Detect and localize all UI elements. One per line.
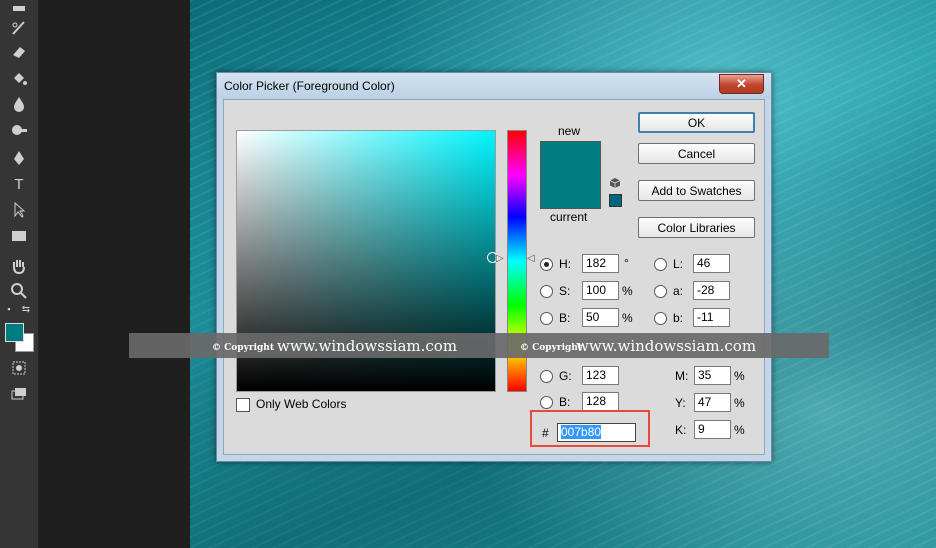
lab-a-radio[interactable]	[654, 285, 667, 298]
blue-radio[interactable]	[540, 396, 553, 409]
hue-label: H:	[559, 257, 571, 271]
pen-icon[interactable]	[9, 148, 29, 168]
current-color-preview[interactable]	[540, 175, 601, 209]
black-input[interactable]: 9	[694, 420, 731, 439]
green-label: G:	[559, 369, 572, 383]
magenta-unit: %	[734, 369, 745, 383]
magenta-input[interactable]: 35	[694, 366, 731, 385]
lab-l-label: L:	[673, 257, 684, 271]
color-libraries-button[interactable]: Color Libraries	[638, 217, 755, 238]
lab-b-input[interactable]: -11	[693, 308, 730, 327]
saturation-unit: %	[622, 284, 633, 298]
blue-input[interactable]: 128	[582, 392, 619, 411]
brightness-label: B:	[559, 311, 571, 325]
black-label: K:	[675, 423, 687, 437]
lab-l-input[interactable]: 46	[693, 254, 730, 273]
type-tool-icon[interactable]: T	[9, 174, 29, 194]
out-of-gamut-cube-icon[interactable]	[609, 177, 621, 189]
watermark-site-1: www.windowssiam.com	[277, 337, 458, 355]
yellow-label: Y:	[675, 396, 686, 410]
lab-a-input[interactable]: -28	[693, 281, 730, 300]
lab-b-label: b:	[673, 311, 684, 325]
close-button[interactable]: ✕	[719, 74, 764, 94]
ok-button[interactable]: OK	[638, 112, 755, 133]
hue-input[interactable]: 182	[582, 254, 619, 273]
dodge-icon[interactable]	[9, 120, 29, 140]
yellow-input[interactable]: 47	[694, 393, 731, 412]
magenta-label: M:	[675, 369, 689, 383]
yellow-unit: %	[734, 396, 745, 410]
brightness-radio[interactable]	[540, 312, 553, 325]
watermark-banner: © Copyright www.windowssiam.com © Copyri…	[129, 333, 829, 358]
history-brush-icon[interactable]	[9, 18, 29, 38]
hex-input-selected-text: 007b80	[561, 425, 602, 439]
saturation-input[interactable]: 100	[582, 281, 619, 300]
lab-l-radio[interactable]	[654, 258, 667, 271]
blue-label: B:	[559, 395, 571, 409]
add-to-swatches-button[interactable]: Add to Swatches	[638, 180, 755, 201]
quick-mask-icon[interactable]	[9, 358, 29, 378]
lab-a-label: a:	[673, 284, 684, 298]
tools-panel: T ▪ ⇆	[0, 0, 39, 548]
web-safe-color-swatch[interactable]	[609, 194, 622, 207]
hex-label: #	[542, 426, 549, 440]
rectangle-tool-icon[interactable]	[9, 226, 29, 246]
dialog-title: Color Picker (Foreground Color)	[224, 79, 395, 93]
path-selection-icon[interactable]	[9, 200, 29, 220]
zoom-tool-icon[interactable]	[9, 281, 29, 301]
only-web-colors-checkbox[interactable]	[236, 398, 250, 412]
hex-input[interactable]: 007b80	[557, 423, 636, 442]
hue-unit: °	[624, 256, 629, 270]
new-color-label: new	[558, 124, 581, 138]
green-radio[interactable]	[540, 370, 553, 383]
default-colors-icon[interactable]: ▪	[3, 303, 15, 315]
screen-mode-icon[interactable]	[9, 384, 29, 404]
watermark-copyright-1: © Copyright	[212, 343, 274, 353]
dialog-body: ▷ ◁ new current OK Cancel Add to Swatche…	[223, 99, 765, 455]
black-unit: %	[734, 423, 745, 437]
panel-area	[39, 0, 190, 548]
cancel-button[interactable]: Cancel	[638, 143, 755, 164]
hue-radio[interactable]	[540, 258, 553, 271]
brightness-input[interactable]: 50	[582, 308, 619, 327]
saturation-label: S:	[559, 284, 571, 298]
new-color-preview	[540, 141, 601, 175]
brightness-unit: %	[622, 311, 633, 325]
swap-colors-icon[interactable]: ⇆	[20, 303, 32, 315]
hue-slider-left-arrow-icon[interactable]: ▷	[496, 253, 504, 264]
dialog-titlebar[interactable]: Color Picker (Foreground Color) ✕	[217, 73, 771, 99]
eraser-icon[interactable]	[9, 42, 29, 62]
watermark-copyright-2: © Copyright	[520, 343, 582, 353]
only-web-colors-label[interactable]: Only Web Colors	[256, 397, 346, 411]
blur-icon[interactable]	[9, 94, 29, 114]
saturation-radio[interactable]	[540, 285, 553, 298]
current-color-label: current	[550, 210, 588, 224]
hand-tool-icon[interactable]	[9, 256, 29, 276]
watermark-site-2: www.windowssiam.com	[576, 337, 757, 355]
foreground-color-swatch[interactable]	[5, 323, 24, 342]
lab-b-radio[interactable]	[654, 312, 667, 325]
hue-slider-right-arrow-icon[interactable]: ◁	[527, 253, 535, 264]
color-picker-dialog: Color Picker (Foreground Color) ✕ ▷ ◁ ne…	[216, 72, 772, 462]
paint-bucket-icon[interactable]	[9, 68, 29, 88]
green-input[interactable]: 123	[582, 366, 619, 385]
